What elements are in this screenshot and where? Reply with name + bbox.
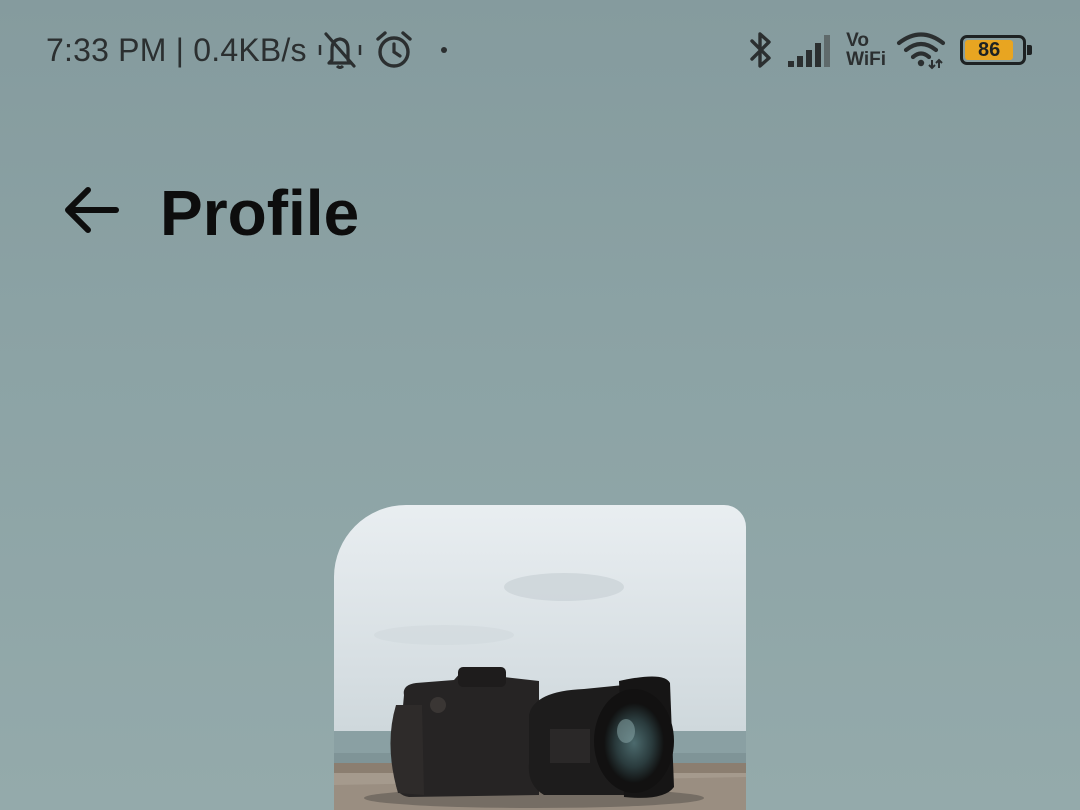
camera-photo-image — [334, 505, 746, 810]
app-bar: Profile — [0, 160, 1080, 270]
arrow-left-icon — [65, 187, 119, 233]
status-left: 7:33 PM | 0.4KB/s — [46, 30, 447, 70]
signal-icon — [786, 31, 836, 69]
status-bar: 7:33 PM | 0.4KB/s Vo WiFi 86 — [0, 0, 1080, 100]
alarm-icon — [373, 30, 415, 70]
notification-dot — [440, 47, 447, 53]
bluetooth-icon — [746, 29, 776, 71]
battery-level: 86 — [977, 38, 1001, 61]
bell-off-icon — [317, 30, 363, 70]
back-button[interactable] — [60, 178, 124, 242]
battery-cap — [1027, 45, 1032, 55]
status-right: Vo WiFi 86 — [736, 29, 1032, 71]
wifi-icon — [896, 30, 946, 70]
status-time-speed: 7:33 PM | 0.4KB/s — [46, 31, 307, 68]
profile-photo[interactable] — [334, 505, 746, 810]
vowifi-label-bottom: WiFi — [846, 49, 886, 70]
battery-icon: 86 — [960, 35, 1032, 65]
vowifi-label: Vo WiFi — [846, 31, 886, 69]
page-title: Profile — [160, 177, 360, 249]
vowifi-label-top: Vo — [846, 30, 869, 51]
battery-fill: 86 — [965, 38, 1014, 61]
